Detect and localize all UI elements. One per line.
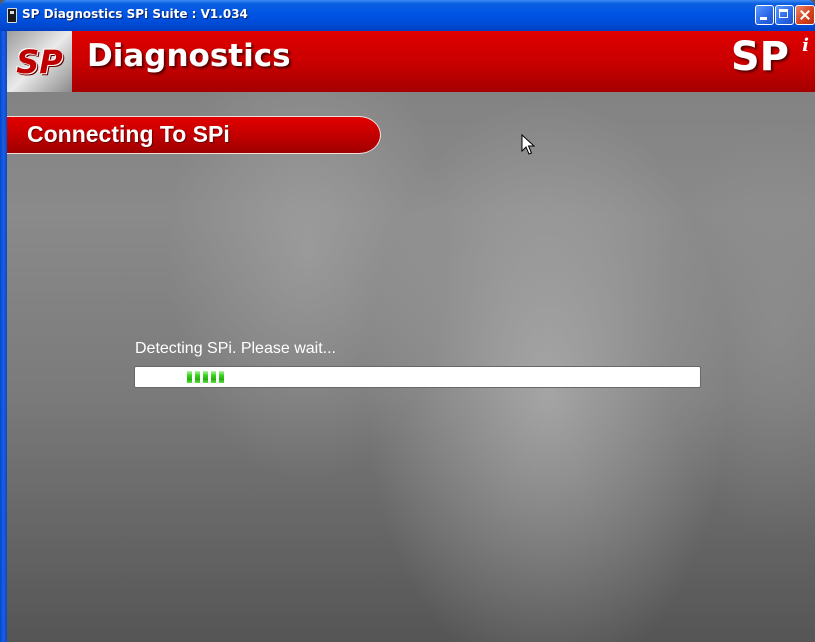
progress-bar [134,366,701,388]
window-title: SP Diagnostics SPi Suite : V1.034 [22,7,248,21]
section-header: Connecting To SPi [7,116,381,154]
progress-segment [211,371,216,383]
progress-segment [203,371,208,383]
window-border [0,31,7,642]
sp-logo: SP [7,31,72,92]
header-title: Diagnostics [87,38,291,74]
progress-segment [219,371,224,383]
close-button[interactable] [795,5,815,25]
minimize-button[interactable] [755,5,774,25]
status-message: Detecting SPi. Please wait... [135,340,336,357]
maximize-button[interactable] [775,5,794,25]
sp-logo-text: SP [16,43,63,81]
header-banner: SP Diagnostics SP i [7,31,815,92]
mouse-pointer-icon [521,134,535,155]
section-title: Connecting To SPi [27,121,230,147]
progress-segment [195,371,200,383]
window-titlebar[interactable]: SP Diagnostics SPi Suite : V1.034 [0,0,815,31]
app-icon[interactable] [7,8,17,23]
brand-superscript: i [802,35,809,56]
brand-text: SP [730,34,789,80]
progress-segment [187,371,192,383]
